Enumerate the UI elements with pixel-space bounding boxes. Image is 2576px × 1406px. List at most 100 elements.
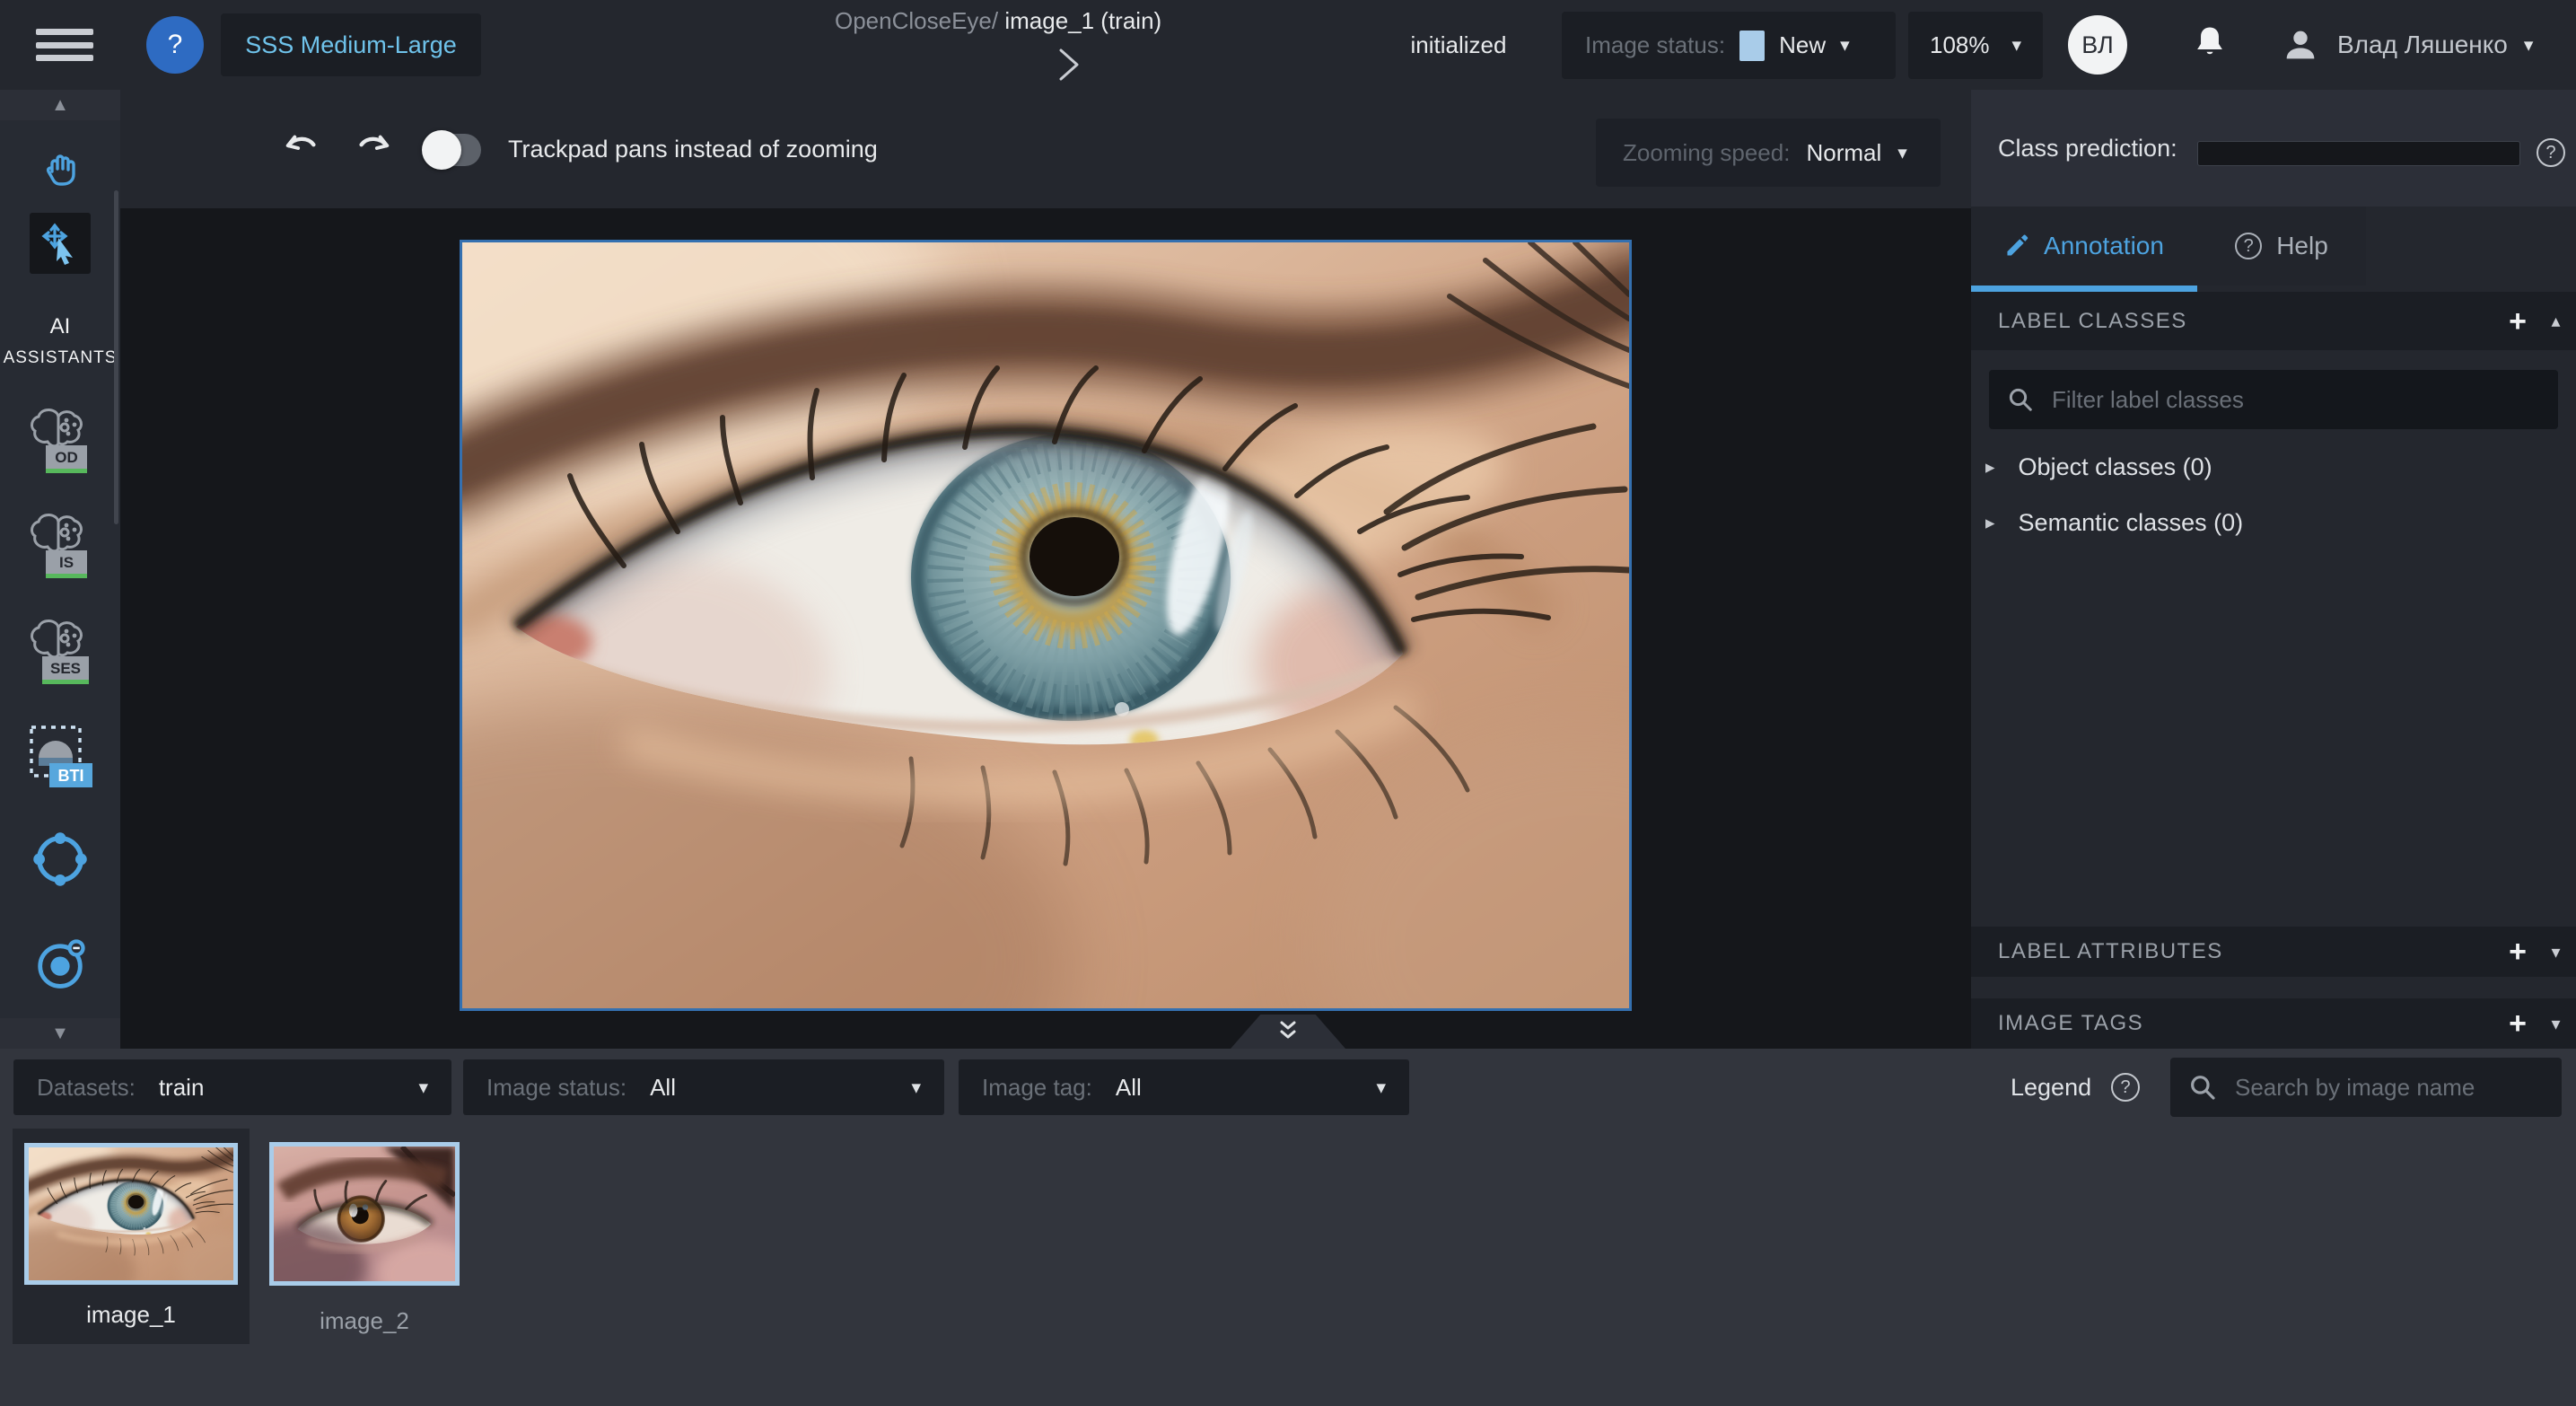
pencil-icon: [2004, 233, 2029, 259]
move-cursor-icon: [35, 218, 85, 268]
breadcrumb: OpenCloseEye/ image_1 (train): [835, 7, 1161, 35]
tab-annotation[interactable]: Annotation: [1971, 207, 2197, 286]
thumbnail-image-2-label[interactable]: image_2: [269, 1307, 460, 1335]
image-tag-filter-dropdown[interactable]: Image tag: All ▾: [959, 1059, 1409, 1115]
breadcrumb-project[interactable]: OpenCloseEye/: [835, 7, 998, 34]
class-prediction-row: Class prediction: ?: [1971, 90, 2576, 207]
legend-help-icon[interactable]: ?: [2111, 1073, 2140, 1102]
semantic-classes-group[interactable]: ▸ Semantic classes (0): [1985, 501, 2560, 544]
zooming-speed-label: Zooming speed:: [1623, 139, 1790, 167]
caret-down-icon: ▾: [1840, 36, 1850, 55]
hamburger-menu-icon[interactable]: [36, 29, 93, 61]
bti-badge-label: BTI: [58, 767, 84, 785]
zooming-speed-dropdown[interactable]: Zooming speed: Normal ▾: [1596, 119, 1941, 187]
filter-label-classes-input[interactable]: [2050, 385, 2540, 415]
image-status-value: New: [1779, 31, 1826, 59]
scroll-down-icon: ▼: [51, 1024, 69, 1044]
label-classes-header: LABEL CLASSES + ▴: [1971, 292, 2576, 350]
caret-down-icon: ▾: [2011, 36, 2021, 55]
image-search-input[interactable]: [2233, 1073, 2544, 1103]
image-tags-header: IMAGE TAGS + ▾: [1971, 998, 2576, 1049]
brain-od-icon: OD: [24, 406, 96, 478]
image-search: [2170, 1058, 2562, 1117]
ses-badge-label: SES: [50, 660, 81, 677]
tab-help[interactable]: ? Help: [2197, 207, 2366, 286]
right-panel: Class prediction: ? Annotation ? Help LA…: [1971, 90, 2576, 1049]
breadcrumb-image-name: image_1 (train): [1004, 7, 1161, 34]
caret-down-icon: ▾: [1897, 144, 1907, 163]
redo-button[interactable]: [352, 127, 395, 171]
canvas-toolbar: Trackpad pans instead of zooming Zooming…: [120, 90, 1971, 208]
smart-tool-icon: [30, 934, 91, 995]
avatar[interactable]: ВЛ: [2068, 15, 2127, 75]
current-image[interactable]: [460, 240, 1632, 1011]
help-button[interactable]: ?: [146, 16, 204, 74]
is-badge-label: IS: [59, 554, 74, 571]
undo-button[interactable]: [280, 127, 323, 171]
expand-label-attributes-icon[interactable]: ▾: [2551, 941, 2562, 963]
datasets-dropdown[interactable]: Datasets: train ▾: [13, 1059, 451, 1115]
image-status-dropdown[interactable]: Image status: New ▾: [1562, 12, 1896, 79]
user-menu[interactable]: Влад Ляшенко ▾: [2280, 0, 2533, 90]
polygon-tool-button[interactable]: [0, 826, 120, 892]
polygon-icon: [30, 829, 91, 890]
sidebar-scrollbar[interactable]: [114, 190, 118, 524]
notifications-bell-icon[interactable]: [2186, 22, 2233, 68]
legend-row: Legend ?: [2011, 1049, 2140, 1126]
chevron-right-icon: [1056, 47, 1082, 83]
job-status-text: initialized: [1378, 0, 1539, 90]
trackpad-toggle[interactable]: [422, 129, 481, 171]
zoom-level-value: 108%: [1930, 31, 1990, 59]
object-classes-group[interactable]: ▸ Object classes (0): [1985, 445, 2560, 488]
filmstrip-panel: Datasets: train ▾ Image status: All ▾ Im…: [0, 1049, 2576, 1406]
image-tag-filter-label: Image tag:: [982, 1074, 1092, 1102]
image-status-filter-value: All: [650, 1074, 911, 1102]
double-chevron-down-icon: [1275, 1020, 1301, 1043]
next-image-arrow[interactable]: [1056, 47, 1082, 83]
annotation-canvas[interactable]: [120, 208, 1971, 1049]
ai-bti-button[interactable]: BTI: [0, 720, 120, 792]
brain-is-icon: IS: [24, 511, 96, 583]
class-prediction-label: Class prediction:: [1998, 90, 2177, 207]
add-label-class-button[interactable]: +: [2509, 306, 2528, 337]
ai-object-detection-button[interactable]: OD: [0, 406, 120, 478]
ai-instance-segmentation-button[interactable]: IS: [0, 511, 120, 583]
active-tab-underline: [1971, 286, 2197, 292]
thumbnail-image-1[interactable]: image_1: [13, 1129, 250, 1344]
model-button[interactable]: SSS Medium-Large: [221, 13, 481, 76]
image-status-filter-label: Image status:: [486, 1074, 626, 1102]
ai-semantic-segmentation-button[interactable]: SES: [0, 617, 120, 689]
class-prediction-bar: [2197, 141, 2520, 166]
zooming-speed-value: Normal: [1806, 139, 1881, 167]
status-color-chip: [1739, 31, 1765, 61]
sidebar-scroll-up[interactable]: ▲: [0, 90, 120, 120]
smart-tool-button[interactable]: [0, 931, 120, 997]
class-prediction-help-icon[interactable]: ?: [2537, 138, 2565, 167]
bti-icon: BTI: [24, 720, 96, 792]
show-filmstrip-tab[interactable]: [1231, 1015, 1345, 1049]
zoom-level-dropdown[interactable]: 108% ▾: [1908, 12, 2043, 79]
sidebar-scroll-down[interactable]: ▼: [0, 1018, 120, 1049]
undo-icon: [281, 128, 322, 170]
add-label-attribute-button[interactable]: +: [2509, 936, 2528, 967]
collapse-label-classes-icon[interactable]: ▴: [2551, 310, 2562, 332]
pan-tool-button[interactable]: [0, 145, 120, 192]
add-image-tag-button[interactable]: +: [2509, 1008, 2528, 1039]
top-bar: ? SSS Medium-Large OpenCloseEye/ image_1…: [0, 0, 2576, 90]
panel-tabs: Annotation ? Help: [1971, 207, 2366, 286]
question-icon: ?: [168, 30, 183, 60]
thumbnail-image-2[interactable]: [269, 1142, 460, 1286]
user-name: Влад Ляшенко: [2337, 31, 2508, 59]
image-status-filter-dropdown[interactable]: Image status: All ▾: [463, 1059, 944, 1115]
annotation-app: ? SSS Medium-Large OpenCloseEye/ image_1…: [0, 0, 2576, 1406]
hand-pan-icon: [37, 145, 83, 192]
caret-down-icon: ▾: [911, 1078, 921, 1097]
legend-label: Legend: [2011, 1074, 2091, 1102]
od-badge-label: OD: [55, 449, 78, 466]
ai-assistants-title-line1: AI: [0, 314, 120, 339]
move-tool-button[interactable]: [30, 213, 91, 274]
expand-image-tags-icon[interactable]: ▾: [2551, 1013, 2562, 1035]
search-icon: [2007, 386, 2034, 413]
expand-arrow-icon: ▸: [1985, 456, 1995, 479]
image-tag-filter-value: All: [1116, 1074, 1377, 1102]
